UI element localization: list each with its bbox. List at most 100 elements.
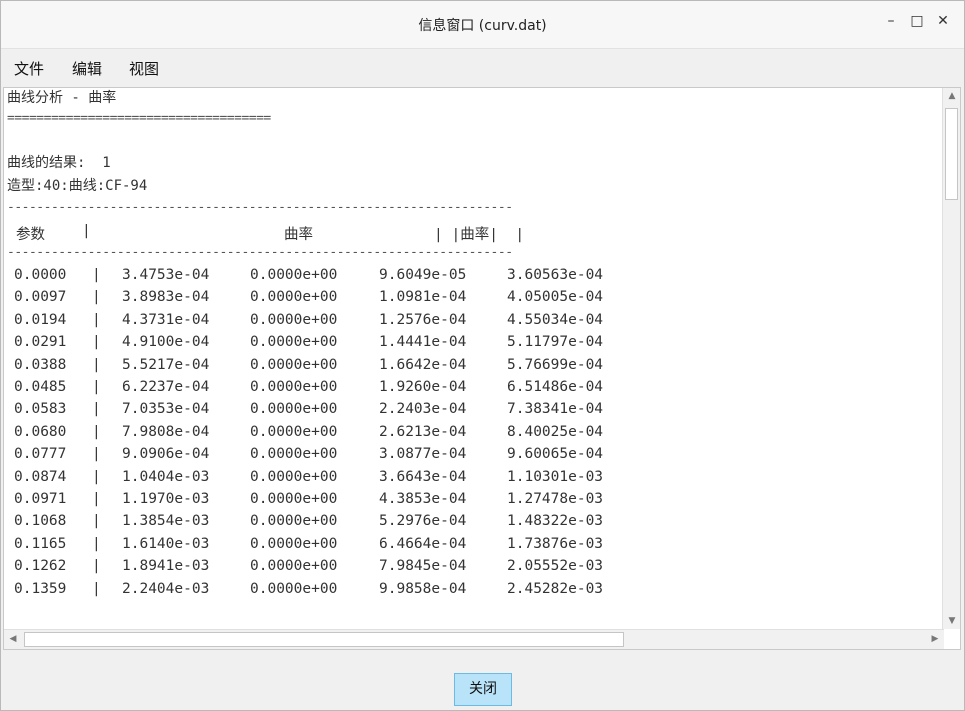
abs-curvature-cell: 4.05005e-04 bbox=[507, 289, 604, 306]
curvature-y-cell: 0.0000e+00 bbox=[250, 379, 338, 395]
abs-curvature-cell: 1.73876e-03 bbox=[507, 535, 604, 552]
curvature-x-cell: 7.0353e-04 bbox=[122, 401, 210, 418]
header-param: 参数 bbox=[16, 227, 45, 243]
abs-curvature-cell: 1.10301e-03 bbox=[507, 468, 604, 485]
curvature-y-cell: 0.0000e+00 bbox=[250, 513, 338, 530]
curvature-x-cell: 3.4753e-04 bbox=[122, 267, 210, 283]
menu-file[interactable]: 文件 bbox=[14, 58, 44, 79]
sep-cell: | bbox=[92, 513, 101, 530]
curvature-x-cell: 1.8941e-03 bbox=[122, 558, 210, 575]
sep-cell: | bbox=[92, 535, 101, 552]
abs-curvature-cell: 4.55034e-04 bbox=[507, 311, 604, 328]
sep-cell: | bbox=[92, 468, 101, 485]
curvature-x-cell: 5.5217e-04 bbox=[122, 356, 210, 373]
sep-cell: | bbox=[92, 558, 101, 575]
curvature-z-cell: 1.6642e-04 bbox=[379, 356, 467, 373]
param-cell: 0.0097 bbox=[14, 289, 67, 306]
abs-curvature-cell: 1.27478e-03 bbox=[507, 491, 604, 507]
param-cell: 0.1165 bbox=[14, 535, 67, 552]
info-text-area[interactable]: 曲线分析 - 曲率 ==============================… bbox=[3, 87, 961, 650]
curvature-z-cell: 2.2403e-04 bbox=[379, 401, 467, 418]
curvature-x-cell: 1.6140e-03 bbox=[122, 535, 210, 552]
param-cell: 0.0971 bbox=[14, 491, 67, 507]
curvature-x-cell: 9.0906e-04 bbox=[122, 446, 210, 463]
abs-curvature-cell: 9.60065e-04 bbox=[507, 446, 604, 463]
vertical-scroll-thumb[interactable] bbox=[945, 108, 958, 200]
curvature-x-cell: 1.0404e-03 bbox=[122, 468, 210, 485]
curvature-y-cell: 0.0000e+00 bbox=[250, 580, 338, 597]
sep-cell: | bbox=[92, 356, 101, 373]
curvature-y-cell: 0.0000e+00 bbox=[250, 468, 338, 485]
curvature-y-cell: 0.0000e+00 bbox=[250, 311, 338, 328]
curvature-z-cell: 1.9260e-04 bbox=[379, 379, 467, 395]
abs-curvature-cell: 7.38341e-04 bbox=[507, 401, 604, 418]
curvature-z-cell: 1.2576e-04 bbox=[379, 311, 467, 328]
heading: 曲线分析 - 曲率 bbox=[7, 90, 117, 106]
scroll-down-arrow-icon[interactable]: ▼ bbox=[943, 616, 960, 626]
param-cell: 0.1068 bbox=[14, 513, 67, 530]
param-cell: 0.1359 bbox=[14, 580, 67, 597]
sep-cell: | bbox=[92, 379, 101, 395]
param-cell: 0.0680 bbox=[14, 423, 67, 440]
curvature-z-cell: 6.4664e-04 bbox=[379, 535, 467, 552]
vertical-scrollbar[interactable]: ▲ ▼ bbox=[942, 88, 960, 629]
param-cell: 0.0485 bbox=[14, 379, 67, 395]
abs-curvature-cell: 6.51486e-04 bbox=[507, 379, 604, 395]
curvature-y-cell: 0.0000e+00 bbox=[250, 267, 338, 283]
curvature-y-cell: 0.0000e+00 bbox=[250, 289, 338, 306]
header-curvature: 曲率 bbox=[284, 227, 313, 243]
menu-edit[interactable]: 编辑 bbox=[72, 58, 102, 79]
minimize-button[interactable]: – bbox=[881, 13, 901, 29]
curvature-z-cell: 4.3853e-04 bbox=[379, 491, 467, 507]
sep-cell: | bbox=[92, 401, 101, 418]
curvature-y-cell: 0.0000e+00 bbox=[250, 356, 338, 373]
abs-curvature-cell: 8.40025e-04 bbox=[507, 423, 604, 440]
scroll-up-arrow-icon[interactable]: ▲ bbox=[943, 91, 960, 101]
sep-cell: | bbox=[92, 423, 101, 440]
dash-rule-bottom: ----------------------------------------… bbox=[7, 245, 513, 260]
curvature-x-cell: 1.3854e-03 bbox=[122, 513, 210, 530]
sep-cell: | bbox=[92, 267, 101, 283]
param-cell: 0.0291 bbox=[14, 334, 67, 351]
param-cell: 0.0777 bbox=[14, 446, 67, 463]
horizontal-scroll-thumb[interactable] bbox=[24, 632, 624, 647]
sep-cell: | bbox=[92, 491, 101, 507]
abs-curvature-cell: 5.76699e-04 bbox=[507, 356, 604, 373]
sep-cell: | bbox=[92, 446, 101, 463]
curvature-z-cell: 9.9858e-04 bbox=[379, 580, 467, 597]
curvature-y-cell: 0.0000e+00 bbox=[250, 535, 338, 552]
param-cell: 0.1262 bbox=[14, 558, 67, 575]
sep-cell: | bbox=[92, 580, 101, 597]
param-cell: 0.0194 bbox=[14, 311, 67, 328]
menu-bar: 文件 编辑 视图 bbox=[1, 50, 964, 86]
close-button[interactable]: 关闭 bbox=[454, 673, 512, 706]
menu-view[interactable]: 视图 bbox=[129, 58, 159, 79]
curvature-x-cell: 4.9100e-04 bbox=[122, 334, 210, 351]
curvature-x-cell: 2.2404e-03 bbox=[122, 580, 210, 597]
maximize-button[interactable]: □ bbox=[907, 13, 927, 29]
param-cell: 0.0874 bbox=[14, 468, 67, 485]
close-window-button[interactable]: ✕ bbox=[933, 13, 953, 29]
abs-curvature-cell: 3.60563e-04 bbox=[507, 267, 604, 283]
curvature-z-cell: 3.6643e-04 bbox=[379, 468, 467, 485]
curvature-z-cell: 1.4441e-04 bbox=[379, 334, 467, 351]
curvature-y-cell: 0.0000e+00 bbox=[250, 401, 338, 418]
sep-cell: | bbox=[92, 289, 101, 306]
abs-curvature-cell: 5.11797e-04 bbox=[507, 334, 604, 351]
curvature-x-cell: 4.3731e-04 bbox=[122, 311, 210, 328]
window-title: 信息窗口 (curv.dat) bbox=[418, 18, 547, 34]
horizontal-scrollbar[interactable]: ◀ ▶ bbox=[4, 629, 944, 649]
scroll-right-arrow-icon[interactable]: ▶ bbox=[926, 634, 944, 644]
curvature-x-cell: 7.9808e-04 bbox=[122, 423, 210, 440]
abs-curvature-cell: 2.45282e-03 bbox=[507, 580, 604, 597]
scroll-left-arrow-icon[interactable]: ◀ bbox=[4, 634, 22, 644]
sep-cell: | bbox=[92, 311, 101, 328]
curvature-y-cell: 0.0000e+00 bbox=[250, 334, 338, 351]
param-cell: 0.0388 bbox=[14, 356, 67, 373]
abs-curvature-cell: 2.05552e-03 bbox=[507, 558, 604, 575]
curvature-y-cell: 0.0000e+00 bbox=[250, 558, 338, 575]
curvature-z-cell: 3.0877e-04 bbox=[379, 446, 467, 463]
title-bar: 信息窗口 (curv.dat) – □ ✕ bbox=[1, 1, 964, 49]
abs-curvature-cell: 1.48322e-03 bbox=[507, 513, 604, 530]
result-label: 曲线的结果: 1 bbox=[7, 155, 111, 171]
